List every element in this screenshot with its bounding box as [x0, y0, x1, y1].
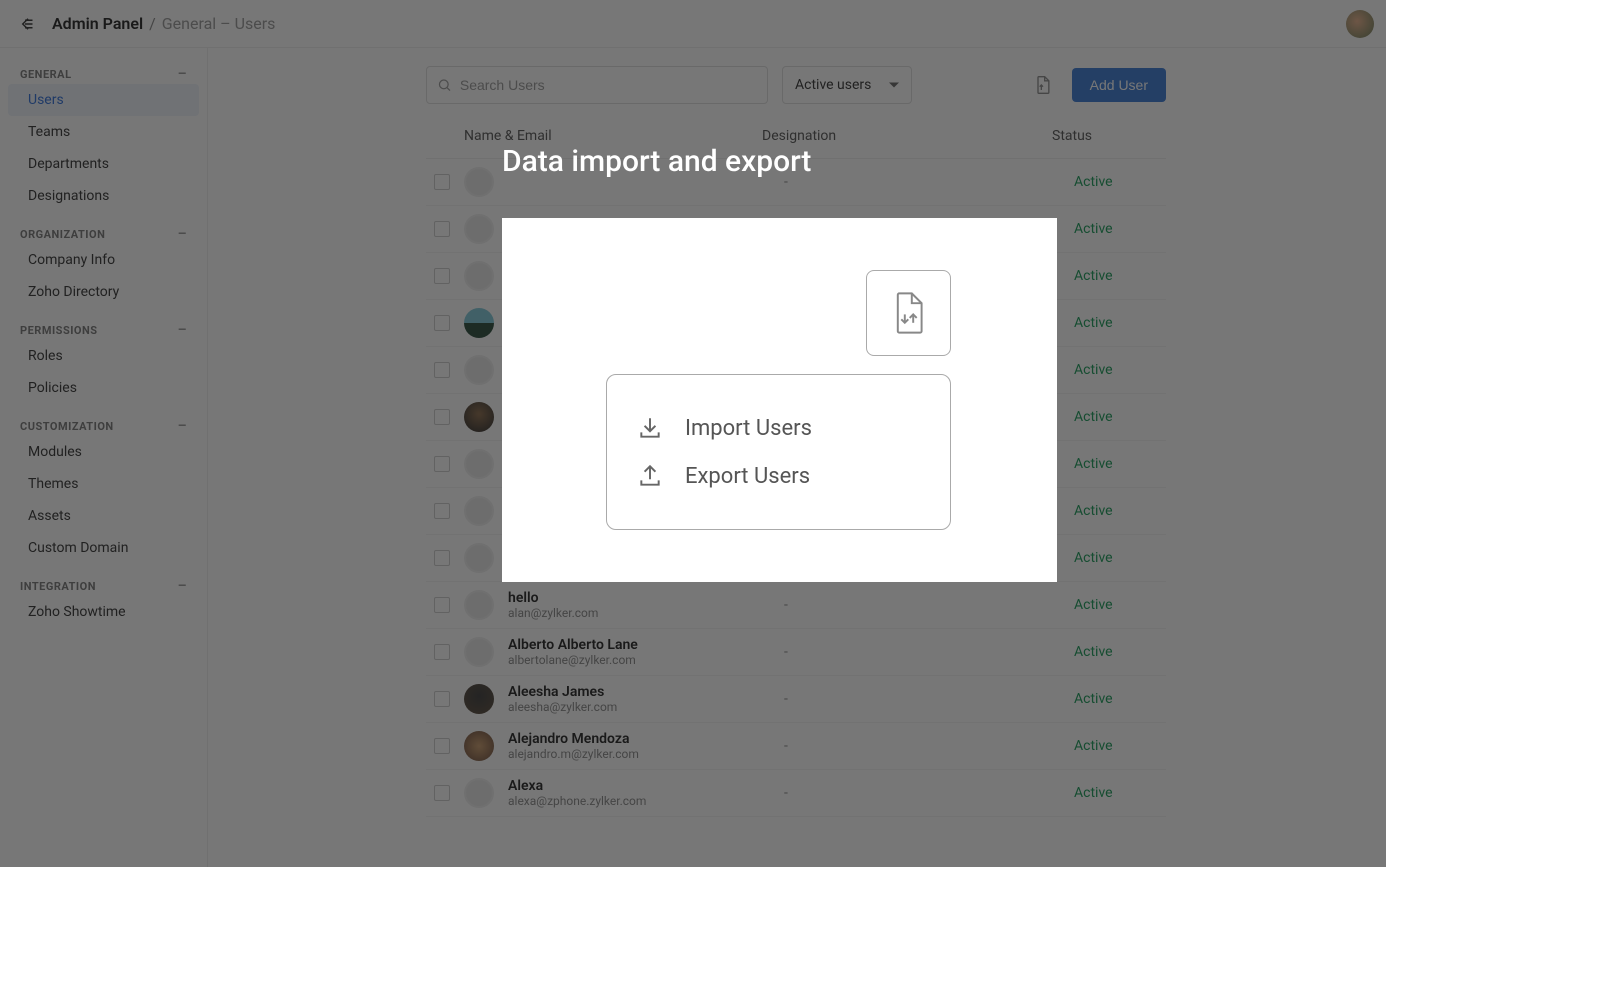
export-users-label: Export Users: [685, 464, 810, 489]
modal-title: Data import and export: [502, 144, 811, 179]
upload-icon: [637, 463, 663, 489]
import-users-button[interactable]: Import Users: [637, 415, 920, 441]
file-download-icon: [892, 292, 926, 334]
export-users-button[interactable]: Export Users: [637, 463, 920, 489]
import-export-menu: Import Users Export Users: [606, 374, 951, 530]
download-icon: [637, 415, 663, 441]
file-preview-tile: [866, 270, 951, 356]
import-export-modal: Import Users Export Users: [502, 218, 1057, 582]
import-users-label: Import Users: [685, 416, 812, 441]
